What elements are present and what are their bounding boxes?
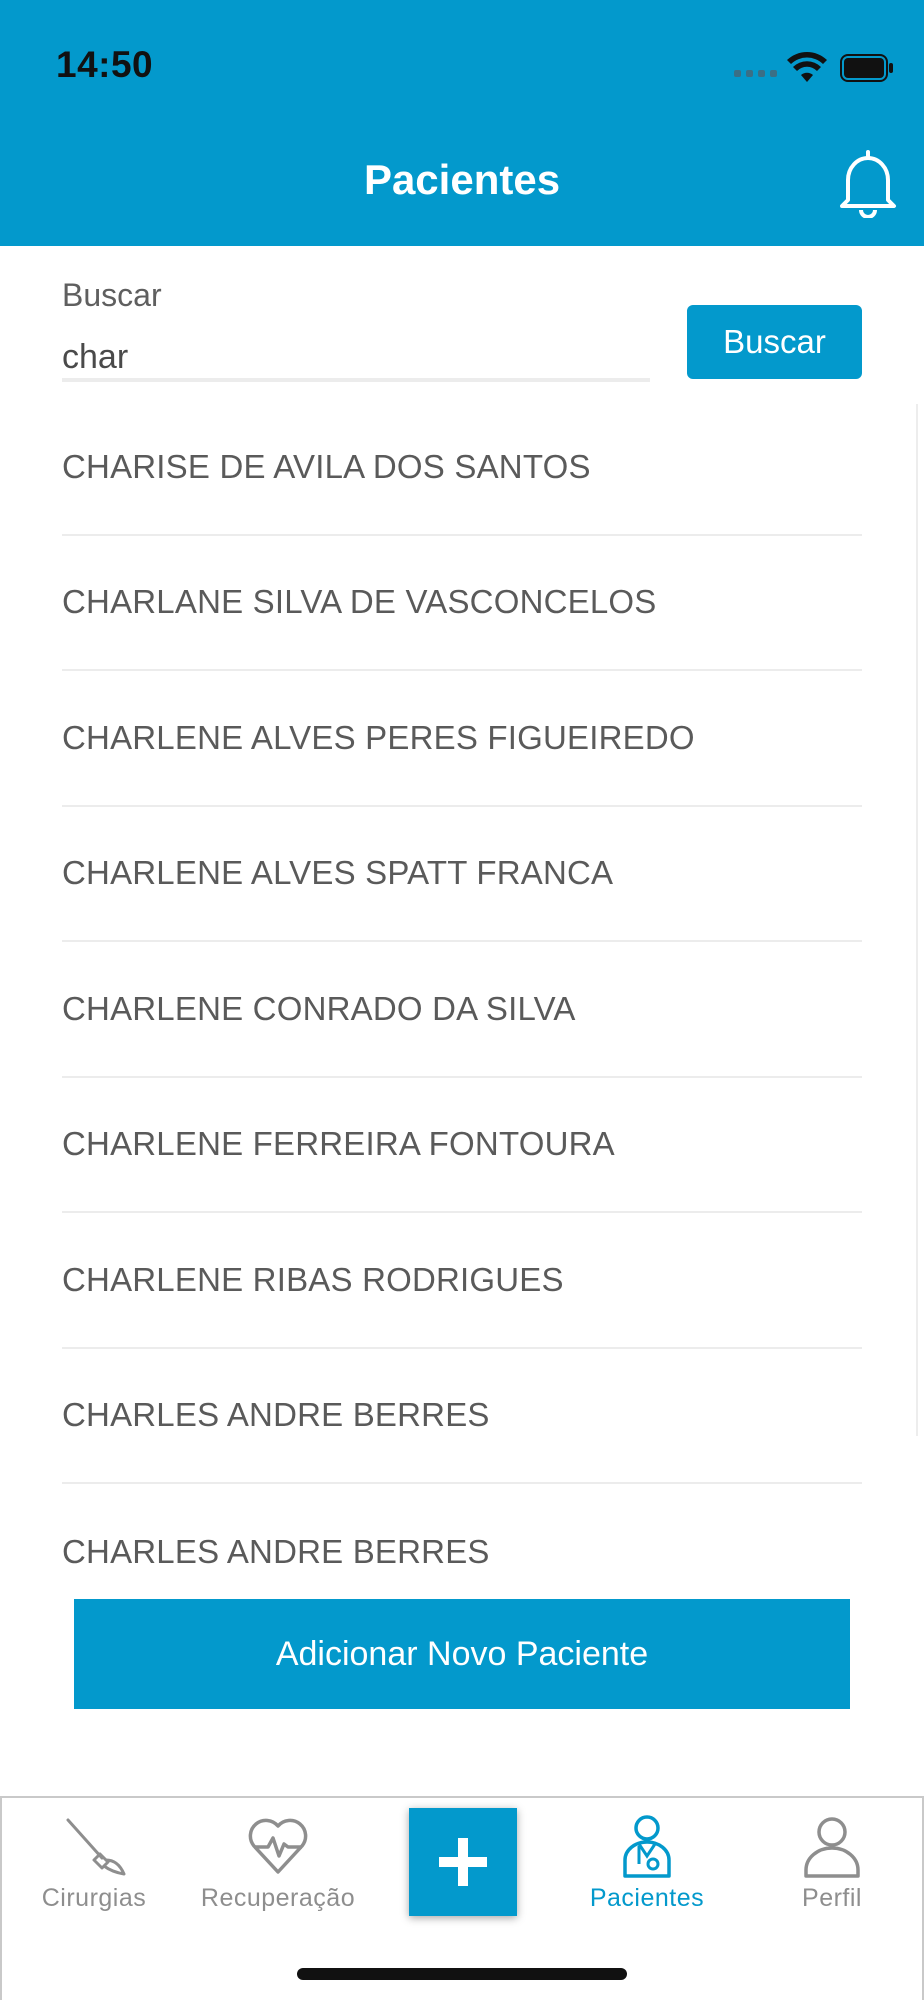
center-add-button[interactable] — [409, 1808, 517, 1916]
patient-list-item[interactable]: CHARLENE ALVES SPATT FRANCA — [62, 807, 862, 942]
patient-list-item[interactable]: CHARLENE ALVES PERES FIGUEIREDO — [62, 671, 862, 807]
patient-list-item[interactable]: CHARLENE CONRADO DA SILVA — [62, 942, 862, 1078]
tab-label: Perfil — [802, 1884, 862, 1912]
tab-label: Pacientes — [589, 1884, 705, 1912]
tab-recuperacao[interactable]: Recuperação — [186, 1798, 370, 1938]
status-time: 14:50 — [56, 44, 154, 85]
patient-list: CHARISE DE AVILA DOS SANTOS CHARLANE SIL… — [62, 400, 862, 1570]
page-title: Pacientes — [363, 156, 561, 203]
search-input[interactable] — [62, 336, 650, 382]
tab-pacientes[interactable]: Pacientes — [555, 1798, 739, 1938]
tab-label: Cirurgias — [41, 1884, 147, 1912]
patient-list-item[interactable]: CHARLES ANDRE BERRES — [62, 1349, 862, 1484]
search-button[interactable]: Buscar — [687, 305, 862, 379]
user-icon — [804, 1817, 860, 1878]
bell-icon[interactable] — [836, 148, 900, 218]
tab-perfil[interactable]: Perfil — [740, 1798, 924, 1938]
doctor-icon — [623, 1815, 671, 1878]
heart-pulse-icon — [248, 1818, 308, 1874]
search-label: Buscar — [62, 277, 162, 313]
patient-list-item[interactable]: CHARLES ANDRE BERRES — [62, 1484, 862, 1570]
scalpel-icon — [66, 1818, 126, 1876]
patient-list-item[interactable]: CHARLANE SILVA DE VASCONCELOS — [62, 536, 862, 671]
add-patient-button[interactable]: Adicionar Novo Paciente — [74, 1599, 850, 1709]
app-header: 14:50 Pacientes — [0, 0, 924, 246]
patient-list-item[interactable]: CHARISE DE AVILA DOS SANTOS — [62, 400, 862, 536]
wifi-icon — [787, 52, 827, 82]
cellular-signal-icon — [734, 70, 777, 77]
tab-cirurgias[interactable]: Cirurgias — [2, 1798, 186, 1938]
home-indicator — [297, 1968, 627, 1980]
plus-icon — [439, 1838, 487, 1886]
battery-icon — [840, 54, 893, 82]
patient-list-item[interactable]: CHARLENE FERREIRA FONTOURA — [62, 1078, 862, 1213]
tab-label: Recuperação — [200, 1884, 356, 1912]
patient-list-item[interactable]: CHARLENE RIBAS RODRIGUES — [62, 1213, 862, 1349]
list-scrollbar[interactable] — [916, 404, 918, 1436]
